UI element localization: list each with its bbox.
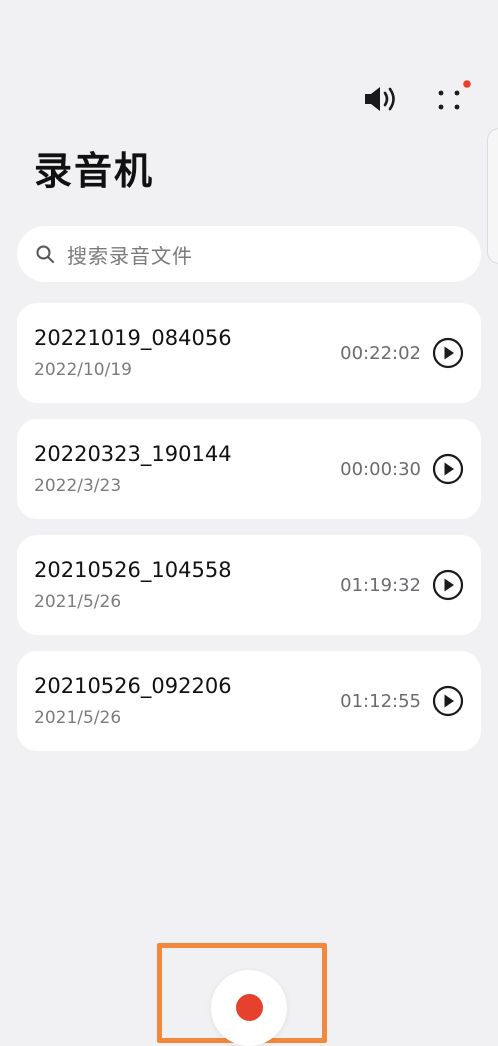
- recording-date: 2022/3/23: [34, 476, 122, 496]
- notification-dot: [463, 80, 471, 88]
- play-icon[interactable]: [432, 569, 464, 601]
- search-placeholder: 搜索录音文件: [67, 243, 193, 268]
- recordings-list: 20221019_084056 2022/10/19 00:22:02 2022…: [17, 303, 481, 767]
- search-input[interactable]: 搜索录音文件: [17, 226, 481, 282]
- recording-name: 20220323_190144: [34, 442, 232, 466]
- recording-date: 2021/5/26: [34, 708, 122, 728]
- play-icon[interactable]: [432, 337, 464, 369]
- record-icon: [236, 994, 263, 1021]
- recording-name: 20210526_092206: [34, 674, 232, 698]
- recording-duration: 01:19:32: [340, 575, 421, 596]
- side-drawer-handle[interactable]: [487, 128, 498, 264]
- speaker-volume-icon[interactable]: [362, 84, 400, 114]
- recording-duration: 00:22:02: [340, 343, 421, 364]
- recording-name: 20221019_084056: [34, 326, 232, 350]
- recording-item[interactable]: 20210526_104558 2021/5/26 01:19:32: [17, 535, 481, 635]
- search-icon: [36, 245, 54, 263]
- play-icon[interactable]: [432, 453, 464, 485]
- recording-name: 20210526_104558: [34, 558, 232, 582]
- recording-date: 2021/5/26: [34, 592, 122, 612]
- more-dots-icon[interactable]: [432, 80, 472, 114]
- recording-item[interactable]: 20210526_092206 2021/5/26 01:12:55: [17, 651, 481, 751]
- record-button[interactable]: [211, 970, 287, 1046]
- recording-item[interactable]: 20220323_190144 2022/3/23 00:00:30: [17, 419, 481, 519]
- play-icon[interactable]: [432, 685, 464, 717]
- recording-item[interactable]: 20221019_084056 2022/10/19 00:22:02: [17, 303, 481, 403]
- recording-date: 2022/10/19: [34, 360, 132, 380]
- recording-duration: 00:00:30: [340, 459, 421, 480]
- recording-duration: 01:12:55: [340, 691, 421, 712]
- page-title: 录音机: [34, 149, 155, 193]
